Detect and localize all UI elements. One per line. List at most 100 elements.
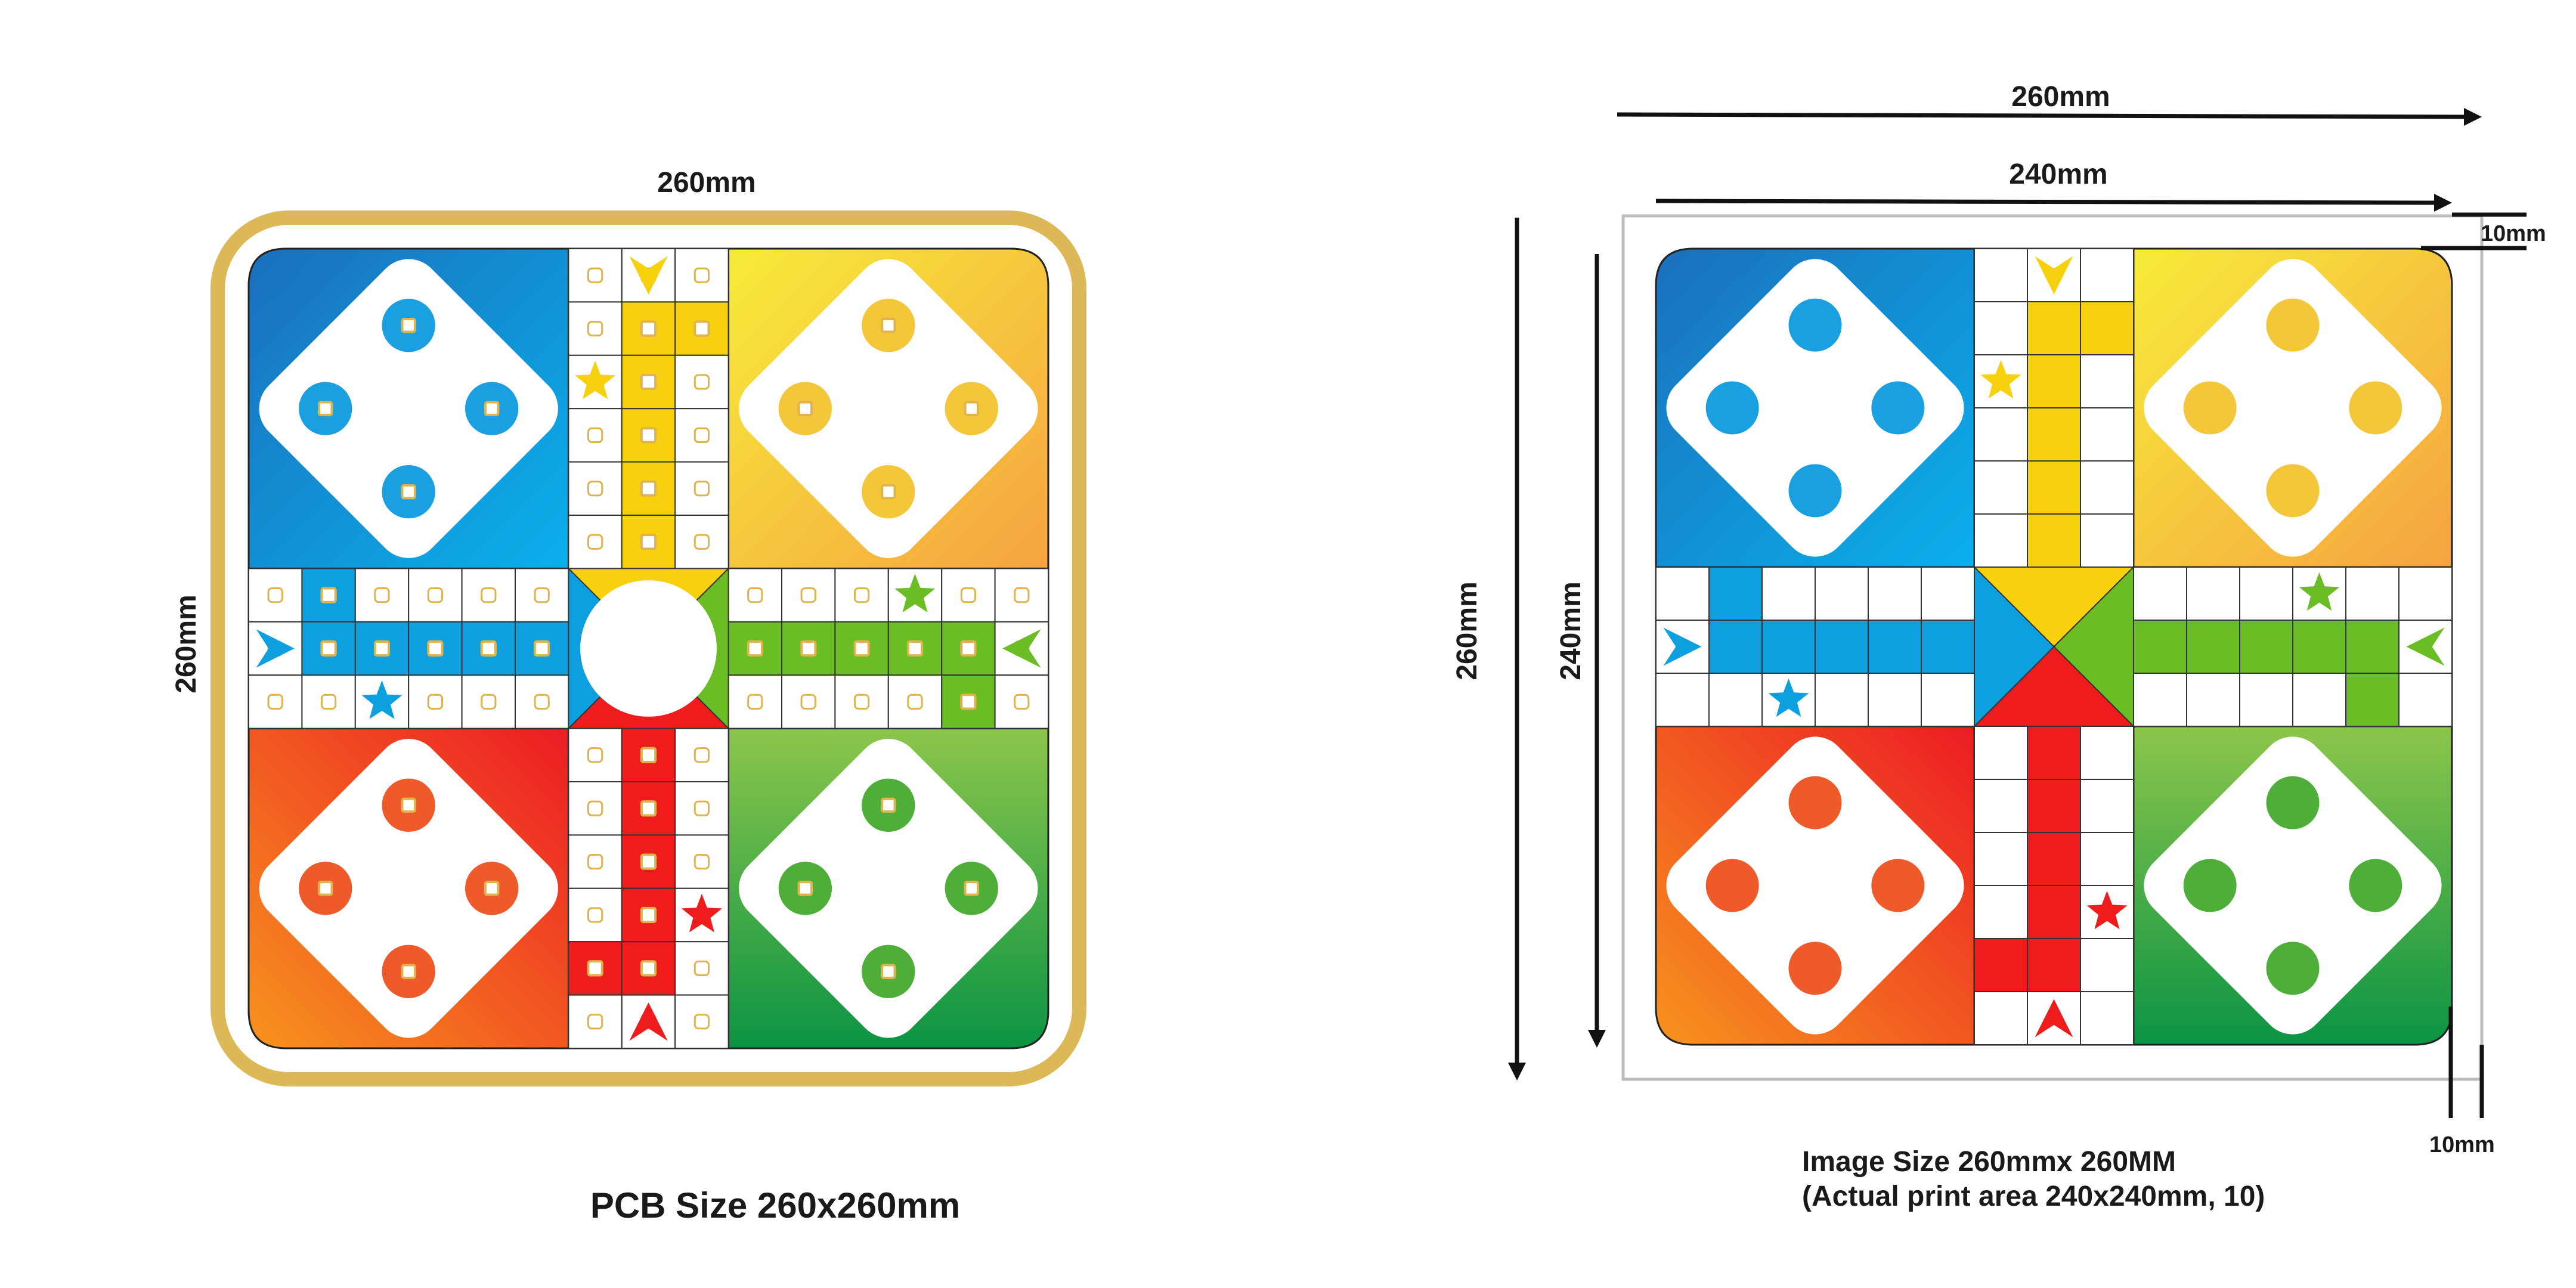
pad — [484, 401, 500, 416]
token-spot-blue — [1705, 381, 1759, 435]
pad — [640, 320, 657, 337]
track-cell — [1974, 991, 2028, 1045]
track-cell — [1974, 885, 2028, 939]
track-cell — [2133, 566, 2187, 621]
track-cell — [461, 674, 516, 729]
pad — [640, 480, 657, 497]
track-cell — [2398, 673, 2453, 727]
pad — [881, 797, 896, 813]
track-cell — [2027, 938, 2081, 992]
pad — [320, 640, 337, 657]
track-cell — [2133, 620, 2187, 674]
print-panel: 260mm 240mm 260mm 240mm 10mm 10mm Image … — [1451, 81, 2546, 1212]
track-cell — [2080, 779, 2134, 833]
pad — [640, 800, 657, 817]
track-cell — [2080, 991, 2134, 1045]
pad — [401, 964, 416, 979]
track-cell — [1974, 248, 2028, 302]
track-cell — [1761, 566, 1816, 621]
track-cell — [2345, 620, 2399, 674]
token-spot-red — [1788, 776, 1842, 829]
pad — [853, 640, 870, 657]
track-cell — [674, 248, 729, 303]
pad — [484, 881, 500, 896]
track-cell — [2133, 673, 2187, 727]
track-cell — [674, 727, 729, 782]
track-cell — [727, 568, 782, 623]
track-cell — [2080, 938, 2134, 992]
pcb-dim-top: 260mm — [657, 167, 756, 199]
token-spot-red — [1788, 942, 1842, 995]
pad — [881, 964, 896, 979]
track-cell — [2027, 726, 2081, 780]
track-cell — [674, 781, 729, 836]
track-cell — [568, 248, 623, 303]
pcb-panel: 260mm 260mm PCB Size 260x260mm — [171, 167, 1086, 1225]
pcb-board — [247, 247, 1049, 1049]
pad — [318, 401, 333, 416]
track-cell — [1655, 673, 1710, 727]
pad — [960, 640, 977, 657]
track-cell — [2080, 407, 2134, 462]
print-margin-top-label: 10mm — [2481, 221, 2546, 246]
track-cell — [2292, 673, 2346, 727]
token-spot-blue — [1788, 464, 1842, 518]
track-cell — [1974, 407, 2028, 462]
track-cell — [994, 568, 1049, 623]
pad — [318, 881, 333, 896]
token-spot-yellow — [2266, 298, 2320, 352]
pad — [534, 640, 550, 657]
pad — [906, 640, 924, 657]
pad — [800, 640, 817, 657]
print-caption-line1: Image Size 260mmx 260MM — [1802, 1146, 2176, 1178]
pad — [640, 373, 657, 391]
track-cell — [408, 568, 463, 623]
track-cell — [568, 834, 623, 889]
center-hole — [580, 580, 717, 717]
track-cell — [1974, 726, 2028, 780]
track-cell — [2027, 832, 2081, 886]
track-cell — [2080, 301, 2134, 355]
track-cell — [1708, 620, 1763, 674]
track-cell — [1868, 620, 1922, 674]
pad — [480, 640, 497, 657]
token-spot-yellow — [2266, 464, 2320, 518]
track-cell — [2345, 673, 2399, 727]
pad — [401, 797, 416, 813]
token-spot-red — [1871, 859, 1925, 912]
print-dim-inner-top: 240mm — [2009, 159, 2107, 190]
track-cell — [354, 568, 410, 623]
pad — [640, 906, 657, 924]
pcb-caption: PCB Size 260x260mm — [590, 1185, 960, 1225]
pad — [797, 881, 813, 896]
track-cell — [674, 834, 729, 889]
pad — [881, 484, 896, 500]
token-spot-green — [2266, 776, 2320, 829]
token-spot-yellow — [2183, 381, 2237, 435]
track-cell — [1708, 566, 1763, 621]
track-cell — [568, 515, 623, 569]
track-cell — [1815, 673, 1869, 727]
pad — [881, 318, 896, 333]
token-spot-green — [2266, 942, 2320, 995]
track-cell — [1655, 566, 1710, 621]
track-cell — [941, 568, 996, 623]
pad — [587, 960, 603, 977]
track-cell — [1921, 673, 1975, 727]
track-cell — [2027, 779, 2081, 833]
pad — [964, 881, 979, 896]
track-cell — [1974, 832, 2028, 886]
track-cell — [2239, 566, 2293, 621]
pad — [640, 960, 657, 977]
track-cell — [568, 887, 623, 943]
track-cell — [2239, 673, 2293, 727]
track-cell — [1815, 620, 1869, 674]
track-cell — [674, 408, 729, 463]
track-cell — [2186, 673, 2240, 727]
track-cell — [568, 461, 623, 516]
track-cell — [515, 568, 569, 623]
track-cell — [2080, 248, 2134, 302]
print-dim-inner-side: 240mm — [1555, 581, 1587, 680]
track-cell — [1921, 620, 1975, 674]
track-cell — [2239, 620, 2293, 674]
